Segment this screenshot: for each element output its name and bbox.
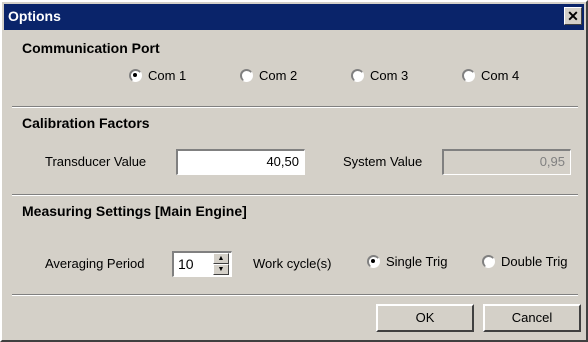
- close-button[interactable]: ✕: [564, 7, 582, 25]
- single-trig-label: Single Trig: [386, 254, 448, 269]
- separator: [12, 194, 578, 196]
- separator: [12, 106, 578, 108]
- close-icon: ✕: [567, 8, 579, 24]
- spin-down-button[interactable]: ▼: [213, 264, 229, 275]
- communication-port-heading: Communication Port: [22, 40, 160, 56]
- arrow-up-icon: ▲: [217, 255, 225, 262]
- radio-com2[interactable]: Com 2: [240, 68, 297, 83]
- radio-circle-icon: [240, 69, 253, 82]
- title-bar[interactable]: Options ✕: [4, 4, 584, 30]
- radio-com1-label: Com 1: [148, 68, 187, 83]
- radio-double-trig[interactable]: Double Trig: [482, 254, 567, 269]
- system-value-label: System Value: [343, 154, 423, 169]
- work-cycle-label: Work cycle(s): [253, 256, 332, 271]
- radio-com3-label: Com 3: [370, 68, 409, 83]
- arrow-down-icon: ▼: [217, 266, 225, 273]
- transducer-value-label: Transducer Value: [45, 154, 147, 169]
- dialog-title: Options: [8, 8, 61, 24]
- radio-com4[interactable]: Com 4: [462, 68, 519, 83]
- options-dialog: Options ✕ Communication Port Com 1 Com 2…: [0, 0, 588, 342]
- averaging-period-label: Averaging Period: [45, 256, 145, 271]
- radio-com3[interactable]: Com 3: [351, 68, 408, 83]
- radio-com2-label: Com 2: [259, 68, 298, 83]
- radio-com1[interactable]: Com 1: [129, 68, 186, 83]
- radio-circle-icon: [462, 69, 475, 82]
- calibration-factors-heading: Calibration Factors: [22, 115, 150, 131]
- radio-circle-icon: [367, 255, 380, 268]
- spin-up-button[interactable]: ▲: [213, 253, 229, 264]
- radio-circle-icon: [351, 69, 364, 82]
- cancel-button[interactable]: Cancel: [483, 304, 581, 332]
- averaging-period-spinner[interactable]: ▲ ▼: [213, 253, 229, 275]
- radio-circle-icon: [482, 255, 495, 268]
- measuring-settings-heading: Measuring Settings [Main Engine]: [22, 203, 247, 219]
- separator: [12, 294, 578, 296]
- transducer-value-input[interactable]: 40,50: [176, 149, 305, 175]
- ok-button[interactable]: OK: [376, 304, 474, 332]
- double-trig-label: Double Trig: [501, 254, 568, 269]
- radio-single-trig[interactable]: Single Trig: [367, 254, 447, 269]
- radio-com4-label: Com 4: [481, 68, 520, 83]
- radio-circle-icon: [129, 69, 142, 82]
- system-value-input: 0,95: [442, 149, 571, 175]
